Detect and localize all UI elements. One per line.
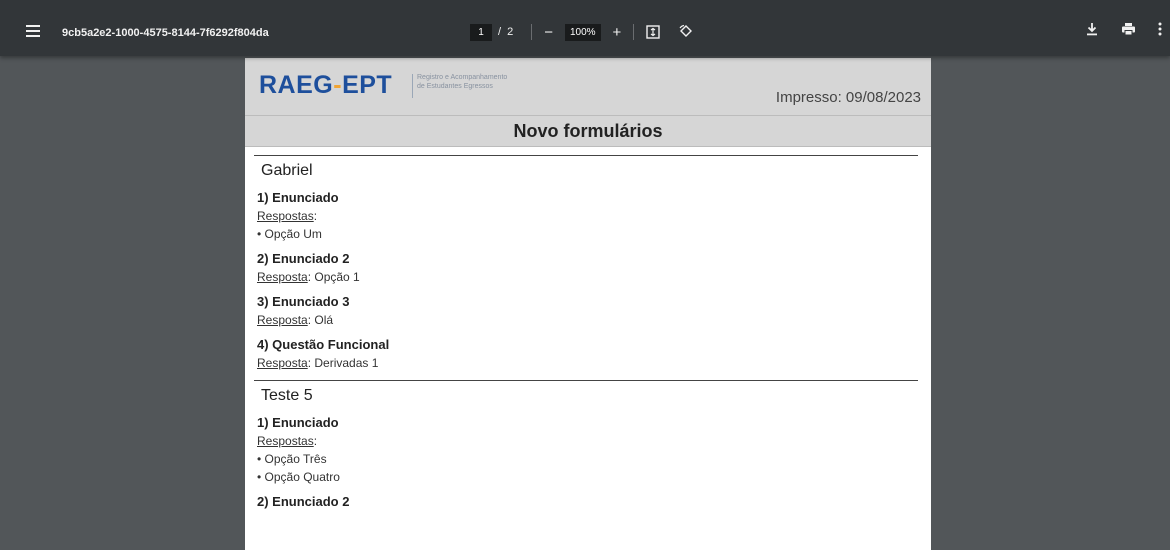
download-icon[interactable] <box>1085 22 1099 36</box>
logo-part-2: - <box>333 71 343 99</box>
logo-divider <box>412 74 413 98</box>
answer-value: : Derivadas 1 <box>307 356 379 370</box>
section-divider <box>254 380 918 381</box>
zoom-in-button[interactable]: + <box>613 24 622 41</box>
answer-option: • Opção Três <box>257 452 327 466</box>
answer-value: : Opção 1 <box>307 270 360 284</box>
section-divider <box>254 155 918 156</box>
more-icon[interactable] <box>1158 22 1162 36</box>
question-title: 2) Enunciado 2 <box>257 251 350 266</box>
question-title: 1) Enunciado <box>257 415 339 430</box>
rotate-icon[interactable] <box>678 24 694 40</box>
answer-line: Respostas: <box>257 434 931 448</box>
document-content: Gabriel 1) Enunciado Respostas: • Opção … <box>245 147 931 509</box>
logo: RAEG-EPT <box>259 71 392 100</box>
respondent-name: Teste 5 <box>261 387 313 404</box>
answer-value: : <box>313 434 318 448</box>
zoom-level-input[interactable]: 100% <box>564 23 601 41</box>
logo-part-1: RAEG <box>259 71 334 99</box>
answer-value: : <box>313 209 318 223</box>
respondent-name: Gabriel <box>261 162 313 179</box>
answer-option: • Opção Quatro <box>257 470 340 484</box>
respondent-section: Teste 5 1) Enunciado Respostas: • Opção … <box>245 380 931 509</box>
respondent-section: Gabriel 1) Enunciado Respostas: • Opção … <box>245 155 931 370</box>
answer-line: Resposta: Opção 1 <box>257 270 931 284</box>
page-number-input[interactable] <box>470 23 492 41</box>
question-title: 1) Enunciado <box>257 190 339 205</box>
page-header: RAEG-EPT Registro e Acompanhamento de Es… <box>245 58 931 115</box>
fit-page-icon[interactable] <box>646 25 660 39</box>
answer-label: Respostas <box>257 434 314 448</box>
answer-line: Resposta: Olá <box>257 313 931 327</box>
divider <box>633 24 635 40</box>
answer-label: Resposta <box>257 356 308 370</box>
form-title-bar: Novo formulários <box>245 115 931 147</box>
answer-line: Respostas: <box>257 209 931 223</box>
answer-value: : Olá <box>307 313 334 327</box>
page-controls: / 2 − 100% + <box>470 22 694 42</box>
toolbar-actions <box>1063 22 1162 36</box>
document-title: 9cb5a2e2-1000-4575-8144-7f6292f804da <box>62 27 269 39</box>
pdf-page: RAEG-EPT Registro e Acompanhamento de Es… <box>245 58 931 550</box>
logo-part-3: EPT <box>342 71 393 99</box>
logo-subtitle: Registro e Acompanhamento de Estudantes … <box>417 73 507 91</box>
answer-label: Respostas <box>257 209 314 223</box>
question-title: 2) Enunciado 2 <box>257 494 350 509</box>
question-title: 4) Questão Funcional <box>257 337 390 352</box>
logo-subtitle-line-2: de Estudantes Egressos <box>417 83 493 90</box>
pdf-toolbar: 9cb5a2e2-1000-4575-8144-7f6292f804da / 2… <box>0 0 1170 56</box>
page-separator: / <box>498 26 502 38</box>
total-pages: 2 <box>507 26 514 38</box>
logo-subtitle-line-1: Registro e Acompanhamento <box>417 74 508 81</box>
question-title: 3) Enunciado 3 <box>257 294 350 309</box>
form-title: Novo formulários <box>513 121 663 141</box>
printed-date: Impresso: 09/08/2023 <box>775 89 921 106</box>
answer-label: Resposta <box>257 270 308 284</box>
zoom-out-button[interactable]: − <box>544 24 553 41</box>
divider <box>531 24 533 40</box>
menu-icon[interactable] <box>26 25 40 39</box>
answer-label: Resposta <box>257 313 308 327</box>
answer-option: • Opção Um <box>257 227 322 241</box>
print-icon[interactable] <box>1121 22 1136 36</box>
answer-line: Resposta: Derivadas 1 <box>257 356 931 370</box>
